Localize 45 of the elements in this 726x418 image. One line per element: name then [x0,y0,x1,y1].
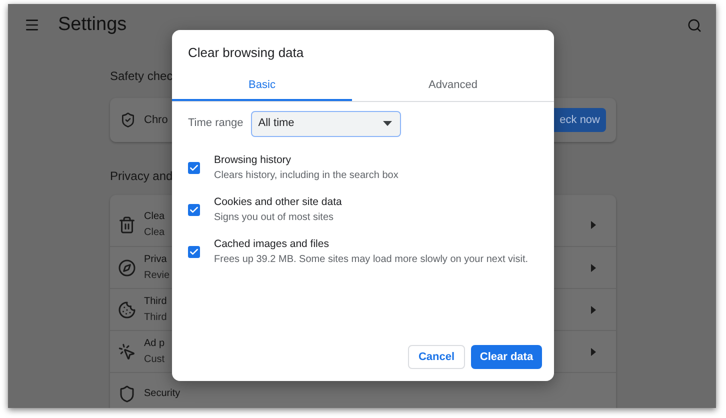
compass-icon [118,258,136,276]
row-title: Security [144,386,180,400]
pointer-click-icon [118,342,136,360]
row-subtitle: Cust [144,352,165,366]
clear-data-button[interactable]: Clear data [471,345,542,369]
trash-icon [118,216,136,234]
safety-item-label: Chro [144,112,168,128]
row-title: Clea [144,210,165,224]
check-icon [189,204,199,214]
option-title: Cached images and files [214,236,330,252]
checkbox[interactable] [188,162,200,174]
check-icon [189,246,199,256]
option-description: Clears history, including in the search box [214,168,398,182]
tab[interactable]: Basic [172,72,352,100]
option-title: Browsing history [214,152,292,168]
caret-right-icon [591,348,596,356]
cancel-button[interactable]: Cancel [408,345,465,369]
row-subtitle: Revie [144,268,170,282]
option-description: Frees up 39.2 MB. Some sites may load more slowly on your next visit. [214,252,528,266]
option-title: Cookies and other site data [214,194,342,210]
caret-right-icon [591,264,596,272]
page-title: Settings [58,12,127,37]
time-range-label: Time range [188,116,244,132]
row-title: Third [144,294,167,308]
menu-icon[interactable] [24,17,40,33]
row-subtitle: Third [144,310,167,324]
section-heading: Privacy and [110,168,173,185]
section-heading: Safety chec [110,68,173,85]
dialog-title: Clear browsing data [188,44,305,62]
tab[interactable]: Advanced [352,72,554,100]
row-title: Ad p [144,336,165,350]
row-subtitle: Clea [144,226,165,240]
option-description: Signs you out of most sites [214,210,335,224]
checkbox[interactable] [188,204,200,216]
time-range-select[interactable]: All time [251,110,402,136]
checkbox[interactable] [188,246,200,258]
shield-icon [118,384,136,402]
caret-right-icon [591,306,596,314]
check-icon [189,162,199,172]
shield-check-icon [120,112,136,128]
search-icon[interactable] [687,18,702,32]
cookie-icon [118,300,136,318]
caret-right-icon [591,221,596,229]
dropdown-caret-icon [383,121,392,126]
row-title: Priva [144,252,168,266]
